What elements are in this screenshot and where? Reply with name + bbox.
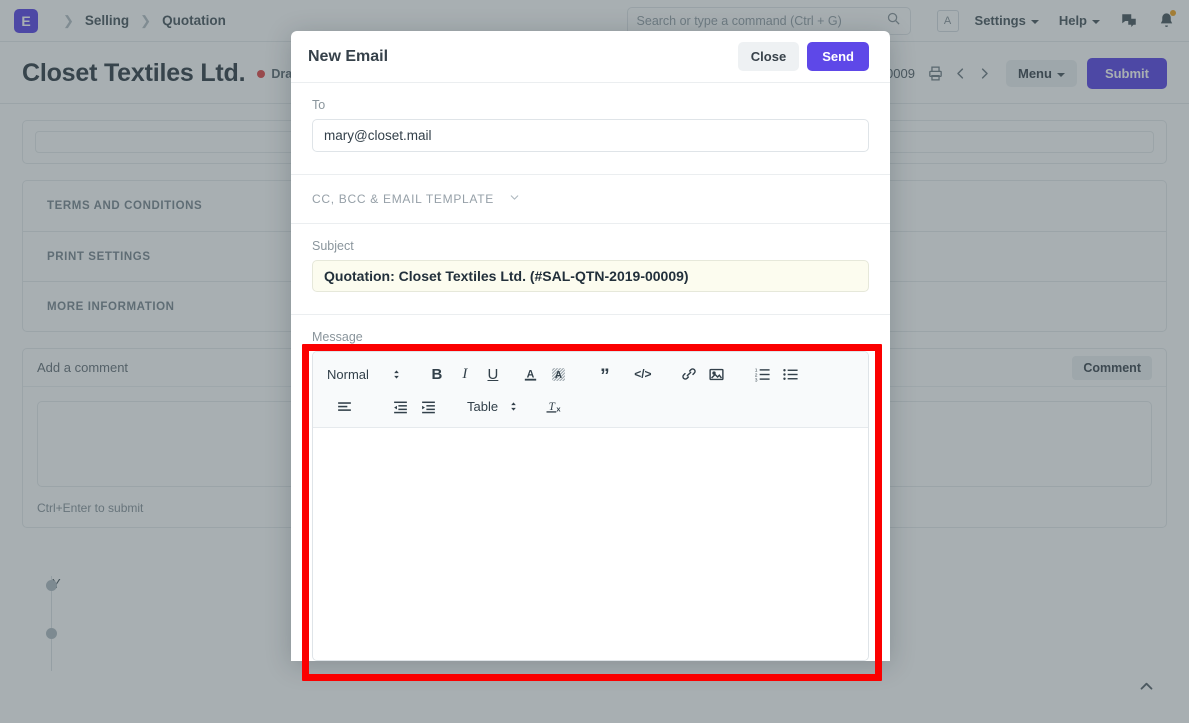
editor-toolbar-row-2: Table Tx [321,390,860,422]
chevron-down-icon [508,191,521,207]
svg-text:1: 1 [755,367,758,373]
modal-title: New Email [308,47,389,65]
subject-input[interactable] [312,260,869,292]
message-field-label: Message [312,330,363,344]
message-field-section: Message Normal B I U A A ” </> 1 2 3 Tab… [291,315,890,661]
align-icon[interactable] [331,393,357,419]
svg-text:x: x [556,404,561,413]
svg-text:2: 2 [755,372,758,378]
link-icon[interactable] [676,361,702,387]
to-field-section: To [291,83,890,175]
to-input[interactable] [312,119,869,152]
modal-header: New Email Close Send [291,31,890,83]
style-select[interactable]: Normal [321,361,408,387]
text-color-icon[interactable]: A [518,361,544,387]
italic-icon[interactable]: I [452,361,478,387]
clear-format-icon[interactable]: Tx [541,393,567,419]
svg-text:T: T [549,401,556,413]
svg-text:A: A [555,370,562,381]
to-field-label: To [312,98,326,112]
underline-icon[interactable]: U [480,361,506,387]
message-input[interactable] [313,428,868,660]
ordered-list-icon[interactable]: 123 [750,361,776,387]
outdent-icon[interactable] [387,393,413,419]
svg-text:3: 3 [755,377,758,382]
blockquote-icon[interactable]: ” [592,361,618,387]
cc-bcc-template-toggle[interactable]: CC, BCC & EMAIL TEMPLATE [291,175,890,224]
new-email-modal: New Email Close Send To CC, BCC & EMAIL … [291,31,890,661]
close-button[interactable]: Close [737,42,800,71]
style-select-label: Normal [327,366,369,382]
editor-toolbar: Normal B I U A A ” </> 1 2 3 Table T x [313,352,868,428]
editor-toolbar-row-1: Normal B I U A A ” </> 1 2 3 [321,358,860,390]
code-icon[interactable]: </> [630,361,656,387]
message-editor[interactable]: Normal B I U A A ” </> 1 2 3 Table T x [312,351,869,661]
subject-field-label: Subject [312,239,354,253]
updown-arrows-icon [394,369,399,379]
subject-field-section: Subject [291,224,890,315]
bullet-list-icon[interactable] [778,361,804,387]
bold-icon[interactable]: B [424,361,450,387]
updown-arrows-icon [511,401,516,411]
background-color-icon[interactable]: A [546,361,572,387]
svg-text:A: A [527,368,535,380]
indent-icon[interactable] [415,393,441,419]
send-button[interactable]: Send [807,42,869,71]
cc-bcc-template-label: CC, BCC & EMAIL TEMPLATE [312,192,494,206]
image-icon[interactable] [704,361,730,387]
table-select[interactable]: Table [461,393,525,419]
table-select-label: Table [467,398,499,414]
